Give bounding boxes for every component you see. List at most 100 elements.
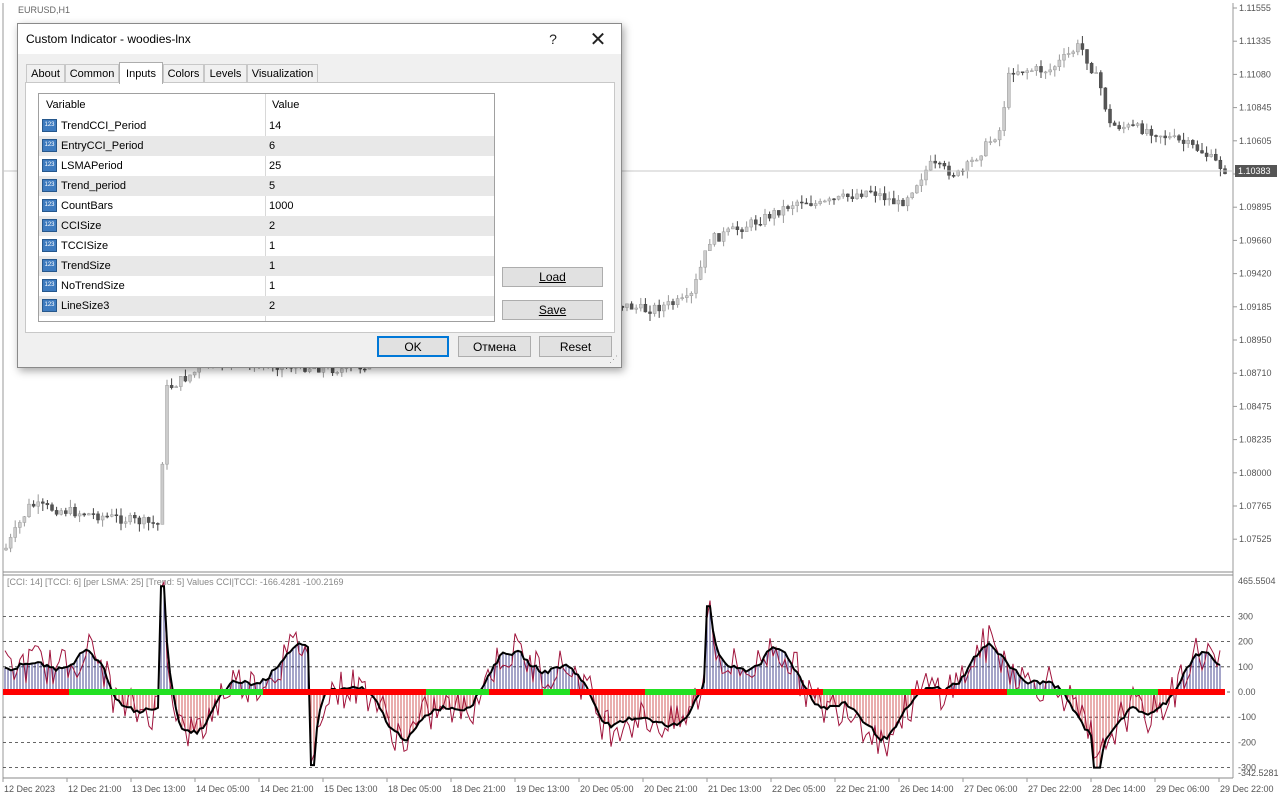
candle-body bbox=[864, 190, 868, 197]
inputs-panel: Variable Value 123 TrendCCI_Period 14 12… bbox=[25, 82, 615, 333]
candle-body bbox=[335, 372, 339, 374]
tab-common[interactable]: Common bbox=[65, 64, 119, 82]
variable-value[interactable]: 6 bbox=[269, 140, 275, 152]
current-price-tag: 1.10383 bbox=[1235, 165, 1277, 177]
trend-segment bbox=[645, 689, 696, 695]
candle-body bbox=[87, 513, 91, 516]
candle-body bbox=[1172, 135, 1177, 138]
trend-segment bbox=[263, 689, 289, 695]
candle-body bbox=[675, 298, 680, 305]
candle-body bbox=[781, 206, 786, 216]
time-tick-label: 28 Dec 14:00 bbox=[1092, 784, 1146, 794]
candle-body bbox=[363, 368, 367, 371]
trend-segment bbox=[823, 689, 878, 695]
variable-name: TrendSize bbox=[61, 260, 111, 272]
variable-value[interactable]: 2 bbox=[269, 220, 275, 232]
input-row[interactable]: 123 CCISize 2 bbox=[39, 216, 494, 236]
column-header-variable: Variable bbox=[46, 99, 86, 111]
candle-body bbox=[1163, 135, 1167, 139]
variable-name: NoTrendSize bbox=[61, 280, 125, 292]
tab-levels[interactable]: Levels bbox=[204, 64, 247, 82]
trend-segment bbox=[597, 689, 645, 695]
candle-body bbox=[625, 303, 629, 308]
variable-name: CountBars bbox=[61, 200, 113, 212]
tab-visualization[interactable]: Visualization bbox=[247, 64, 318, 82]
input-row[interactable]: 123 Trend_period 5 bbox=[39, 176, 494, 196]
variable-value[interactable]: 25 bbox=[269, 160, 281, 172]
level-label: -300 bbox=[1238, 763, 1256, 773]
dialog-title-bar[interactable]: Custom Indicator - woodies-lnx ? ✕ bbox=[18, 24, 621, 54]
variable-value[interactable]: 1 bbox=[269, 240, 275, 252]
price-tick-label: 1.09420 bbox=[1239, 269, 1272, 279]
input-row[interactable]: 123 LineSize3 2 bbox=[39, 296, 494, 316]
variable-value[interactable]: 5 bbox=[269, 180, 275, 192]
trend-segment bbox=[191, 689, 263, 695]
input-row[interactable]: 123 EntryCCI_Period 6 bbox=[39, 136, 494, 156]
trend-bar bbox=[3, 689, 1225, 695]
variable-value[interactable]: 1 bbox=[269, 280, 275, 292]
candle-body bbox=[13, 527, 17, 538]
time-tick-label: 26 Dec 14:00 bbox=[900, 784, 954, 794]
numeric-type-icon: 123 bbox=[42, 119, 57, 132]
ok-button[interactable]: OK bbox=[377, 336, 449, 357]
input-row[interactable]: 123 TrendSize 1 bbox=[39, 256, 494, 276]
variable-value[interactable]: 1000 bbox=[269, 200, 293, 212]
input-row[interactable]: 123 TrendCCI_Period 14 bbox=[39, 116, 494, 136]
numeric-type-icon: 123 bbox=[42, 199, 57, 212]
time-tick-label: 27 Dec 22:00 bbox=[1028, 784, 1082, 794]
candle-body bbox=[703, 250, 707, 268]
candle-body bbox=[892, 198, 896, 205]
tab-about[interactable]: About bbox=[26, 64, 65, 82]
trend-segment bbox=[1007, 689, 1071, 695]
candle-body bbox=[1057, 59, 1062, 67]
close-icon[interactable]: ✕ bbox=[576, 24, 620, 54]
inputs-grid: Variable Value 123 TrendCCI_Period 14 12… bbox=[38, 93, 495, 322]
trend-segment bbox=[696, 689, 734, 695]
candle-body bbox=[1140, 123, 1144, 134]
candle-body bbox=[643, 303, 648, 313]
level-label: 200 bbox=[1238, 637, 1253, 647]
column-header-value: Value bbox=[272, 99, 300, 111]
time-tick-label: 29 Dec 06:00 bbox=[1156, 784, 1210, 794]
save-button[interactable]: Save bbox=[502, 300, 603, 320]
input-row[interactable]: 123 TCCISize 1 bbox=[39, 236, 494, 256]
candle-body bbox=[910, 192, 914, 198]
variable-value[interactable]: 2 bbox=[269, 300, 275, 312]
candle-body bbox=[91, 513, 96, 515]
candle-body bbox=[836, 195, 841, 200]
trend-segment bbox=[570, 689, 597, 695]
trend-segment bbox=[969, 689, 1007, 695]
input-row[interactable]: 123 LSMAPeriod 25 bbox=[39, 156, 494, 176]
load-button[interactable]: Load bbox=[502, 267, 603, 287]
input-row[interactable]: 123 CountBars 1000 bbox=[39, 196, 494, 216]
candle-body bbox=[671, 301, 675, 305]
candle-body bbox=[758, 224, 763, 226]
variable-name: Trend_period bbox=[61, 180, 127, 192]
candle-body bbox=[1154, 135, 1158, 137]
candle-body bbox=[82, 513, 86, 516]
candle-body bbox=[1158, 135, 1163, 138]
candle-body bbox=[142, 517, 146, 525]
candle-body bbox=[662, 304, 666, 312]
candle-body bbox=[68, 507, 73, 514]
candle-body bbox=[1043, 71, 1048, 74]
variable-value[interactable]: 14 bbox=[269, 120, 281, 132]
candle-body bbox=[1214, 153, 1218, 161]
candle-body bbox=[938, 162, 942, 165]
variable-value[interactable]: 1 bbox=[269, 260, 275, 272]
variable-name: LineSize3 bbox=[61, 300, 110, 312]
trend-segment bbox=[1071, 689, 1091, 695]
tab-inputs[interactable]: Inputs bbox=[119, 62, 163, 84]
candle-body bbox=[1053, 66, 1057, 71]
resize-grip-icon[interactable]: ⋰ bbox=[609, 355, 619, 365]
tab-colors[interactable]: Colors bbox=[163, 64, 204, 82]
reset-button[interactable]: Reset bbox=[539, 336, 612, 357]
input-row[interactable]: 123 NoTrendSize 1 bbox=[39, 276, 494, 296]
trend-segment bbox=[734, 689, 768, 695]
help-icon[interactable]: ? bbox=[531, 24, 575, 54]
candle-body bbox=[988, 141, 993, 143]
candle-body bbox=[1094, 72, 1098, 74]
candle-body bbox=[1020, 71, 1025, 74]
cancel-button[interactable]: Отмена bbox=[458, 336, 531, 357]
time-tick-label: 29 Dec 22:00 bbox=[1220, 784, 1274, 794]
